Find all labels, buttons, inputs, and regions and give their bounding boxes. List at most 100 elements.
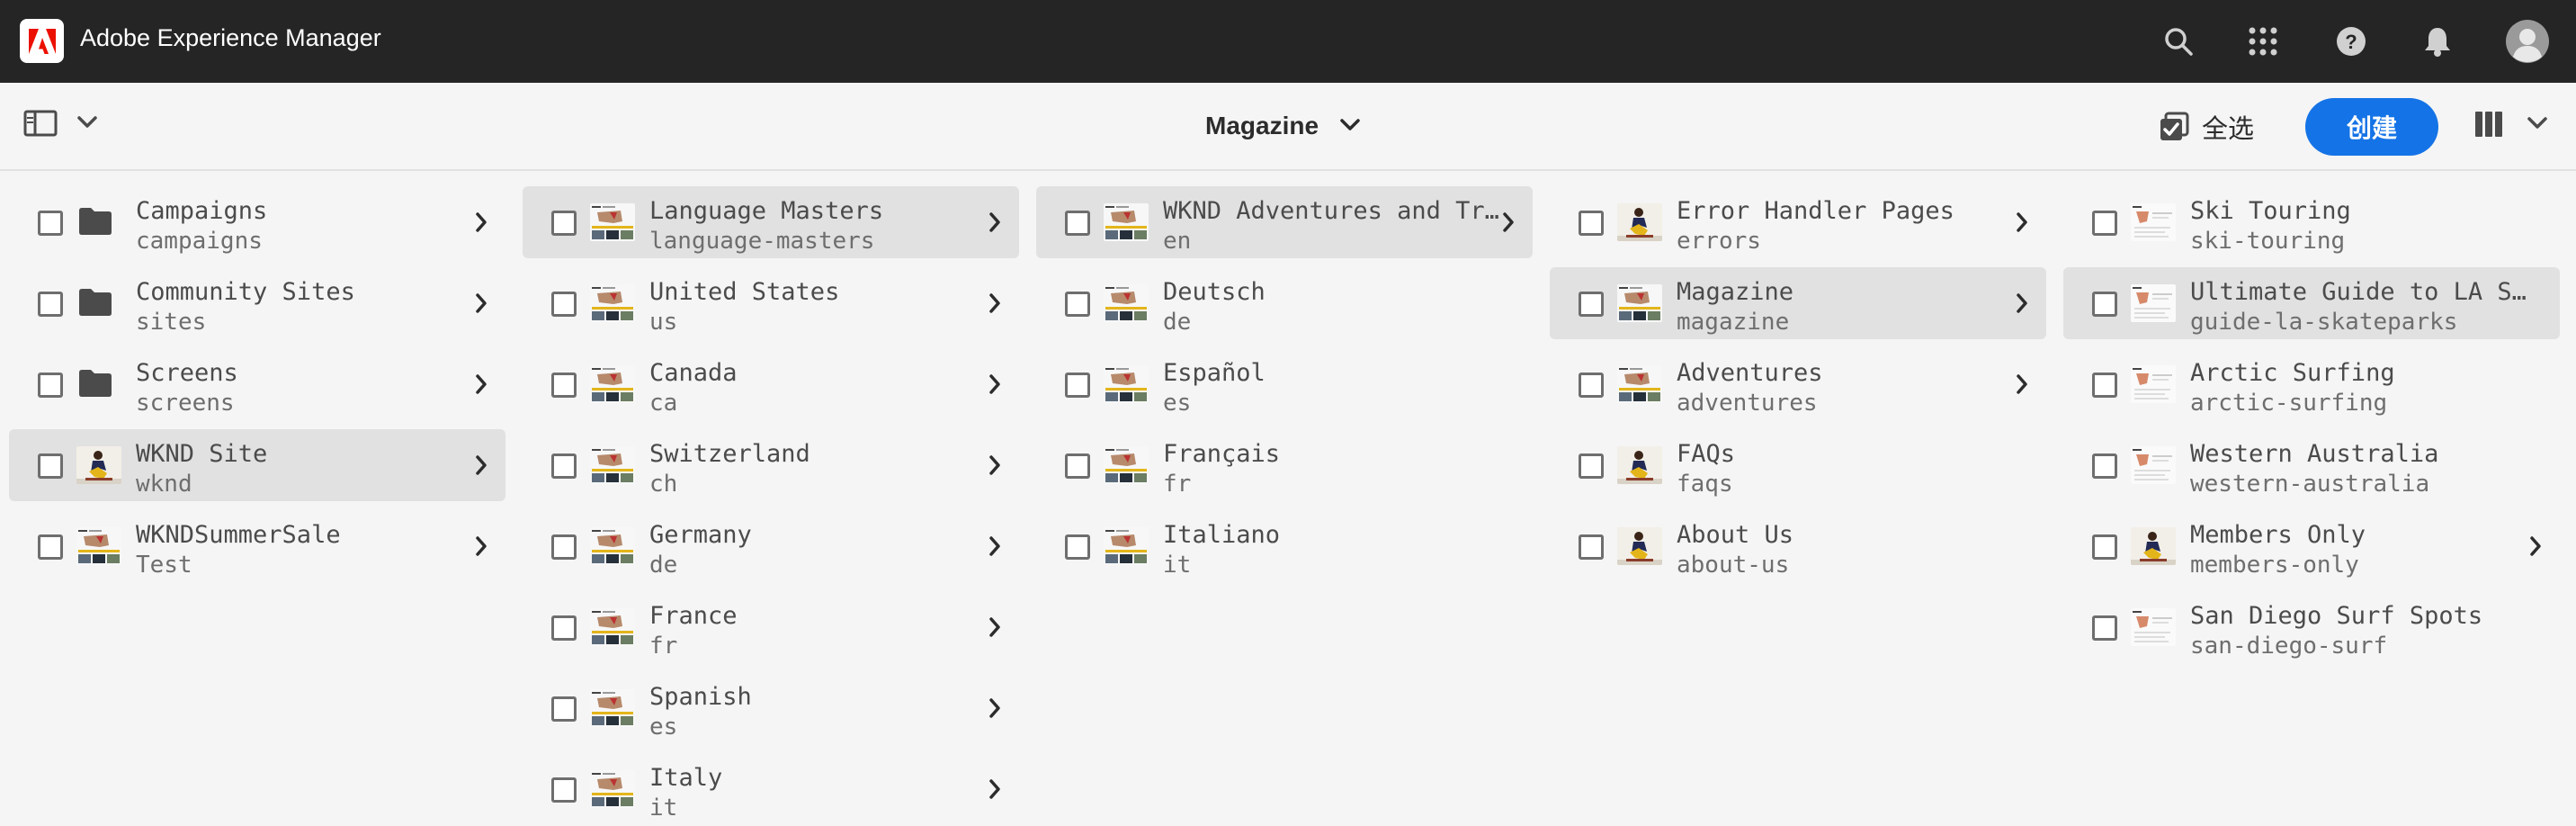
title-chevron-down-icon[interactable]	[1340, 119, 1362, 135]
column-item[interactable]: Switzerland ch	[523, 429, 1019, 501]
app-title[interactable]: Adobe Experience Manager	[80, 24, 381, 52]
item-node-name: us	[649, 309, 678, 336]
column-item[interactable]: FAQs faqs	[1550, 429, 2046, 501]
item-checkbox[interactable]	[551, 615, 577, 641]
chevron-right-icon[interactable]	[468, 370, 495, 399]
user-avatar-icon[interactable]	[2506, 20, 2549, 63]
column-item[interactable]: Spanish es	[523, 672, 1019, 744]
item-checkbox[interactable]	[38, 453, 63, 479]
column-item[interactable]: Italy it	[523, 753, 1019, 825]
select-all-label: 全选	[2202, 113, 2255, 144]
column-item[interactable]: WKND Site wknd	[9, 429, 505, 501]
chevron-right-icon[interactable]	[981, 451, 1008, 480]
item-checkbox[interactable]	[38, 211, 63, 236]
column-item[interactable]: Error Handler Pages errors	[1550, 186, 2046, 258]
adobe-logo-icon[interactable]	[20, 19, 64, 63]
help-icon[interactable]: ?	[2331, 22, 2371, 61]
item-title: WKND Site	[136, 440, 268, 468]
chevron-right-icon[interactable]	[981, 613, 1008, 642]
chevron-right-icon[interactable]	[468, 289, 495, 318]
chevron-down-icon[interactable]	[77, 116, 99, 132]
chevron-right-icon[interactable]	[981, 694, 1008, 723]
chevron-right-icon[interactable]	[468, 532, 495, 561]
view-chevron-down-icon[interactable]	[2527, 117, 2549, 133]
column-item[interactable]: Campaigns campaigns	[9, 186, 505, 258]
item-checkbox[interactable]	[1579, 211, 1604, 236]
column-item[interactable]: Canada ca	[523, 348, 1019, 420]
page-thumbnail	[1617, 203, 1662, 241]
chevron-right-icon[interactable]	[981, 289, 1008, 318]
page-thumbnail	[590, 203, 635, 241]
chevron-right-icon[interactable]	[2008, 370, 2035, 399]
column-item[interactable]: Members Only members-only	[2063, 510, 2560, 582]
item-checkbox[interactable]	[2092, 211, 2117, 236]
column-item[interactable]: WKND Adventures and Travel en	[1036, 186, 1533, 258]
column-item[interactable]: About Us about-us	[1550, 510, 2046, 582]
column-item[interactable]: Magazine magazine	[1550, 267, 2046, 339]
item-checkbox[interactable]	[38, 534, 63, 560]
column-item[interactable]: WKNDSummerSale Test	[9, 510, 505, 582]
item-checkbox[interactable]	[1065, 292, 1090, 317]
item-checkbox[interactable]	[551, 211, 577, 236]
column-item[interactable]: Adventures adventures	[1550, 348, 2046, 420]
item-checkbox[interactable]	[551, 453, 577, 479]
column-item[interactable]: San Diego Surf Spots san-diego-surf	[2063, 591, 2560, 663]
item-checkbox[interactable]	[551, 292, 577, 317]
apps-grid-icon[interactable]	[2243, 22, 2283, 61]
column-item[interactable]: France fr	[523, 591, 1019, 663]
column-item[interactable]: United States us	[523, 267, 1019, 339]
chevron-right-icon[interactable]	[2008, 289, 2035, 318]
page-thumbnail	[2131, 446, 2176, 484]
chevron-right-icon[interactable]	[981, 775, 1008, 804]
chevron-right-icon[interactable]	[981, 370, 1008, 399]
item-checkbox[interactable]	[2092, 615, 2117, 641]
chevron-right-icon[interactable]	[468, 208, 495, 237]
item-checkbox[interactable]	[2092, 373, 2117, 398]
item-checkbox[interactable]	[1579, 373, 1604, 398]
select-all-button[interactable]: 全选	[2159, 104, 2254, 149]
item-checkbox[interactable]	[551, 777, 577, 803]
item-checkbox[interactable]	[38, 292, 63, 317]
item-checkbox[interactable]	[2092, 453, 2117, 479]
search-icon[interactable]	[2159, 22, 2198, 61]
column-item[interactable]: Germany de	[523, 510, 1019, 582]
column-item[interactable]: Arctic Surfing arctic-surfing	[2063, 348, 2560, 420]
column-item[interactable]: Western Australia western-australia	[2063, 429, 2560, 501]
chevron-right-icon[interactable]	[2008, 208, 2035, 237]
item-checkbox[interactable]	[2092, 534, 2117, 560]
column-item[interactable]: Deutsch de	[1036, 267, 1533, 339]
column-item[interactable]: Screens screens	[9, 348, 505, 420]
chevron-right-icon[interactable]	[468, 451, 495, 480]
column-item[interactable]: Language Masters language-masters	[523, 186, 1019, 258]
rail-toggle-icon[interactable]	[23, 110, 58, 140]
column-item[interactable]: Français fr	[1036, 429, 1533, 501]
chevron-right-icon[interactable]	[981, 532, 1008, 561]
column-item[interactable]: Español es	[1036, 348, 1533, 420]
item-checkbox[interactable]	[1065, 373, 1090, 398]
column-view-icon[interactable]	[2473, 110, 2504, 140]
create-button[interactable]: 创建	[2305, 98, 2438, 156]
item-checkbox[interactable]	[2092, 292, 2117, 317]
item-checkbox[interactable]	[1579, 292, 1604, 317]
item-checkbox[interactable]	[551, 534, 577, 560]
column-item[interactable]: Ultimate Guide to LA Skateparks guide-la-…	[2063, 267, 2560, 339]
notifications-bell-icon[interactable]	[2418, 22, 2457, 61]
item-checkbox[interactable]	[551, 373, 577, 398]
item-checkbox[interactable]	[1579, 534, 1604, 560]
page-thumbnail	[1617, 365, 1662, 403]
item-checkbox[interactable]	[551, 696, 577, 722]
column-item[interactable]: Ski Touring ski-touring	[2063, 186, 2560, 258]
item-checkbox[interactable]	[1579, 453, 1604, 479]
item-checkbox[interactable]	[1065, 534, 1090, 560]
column-item[interactable]: Community Sites sites	[9, 267, 505, 339]
page-thumbnail	[1617, 446, 1662, 484]
column-item[interactable]: Italiano it	[1036, 510, 1533, 582]
item-node-name: arctic-surfing	[2190, 390, 2388, 417]
chevron-right-icon[interactable]	[1495, 208, 1522, 237]
item-checkbox[interactable]	[1065, 211, 1090, 236]
item-checkbox[interactable]	[38, 373, 63, 398]
page-thumbnail	[2131, 365, 2176, 403]
item-checkbox[interactable]	[1065, 453, 1090, 479]
chevron-right-icon[interactable]	[981, 208, 1008, 237]
chevron-right-icon[interactable]	[2522, 532, 2549, 561]
